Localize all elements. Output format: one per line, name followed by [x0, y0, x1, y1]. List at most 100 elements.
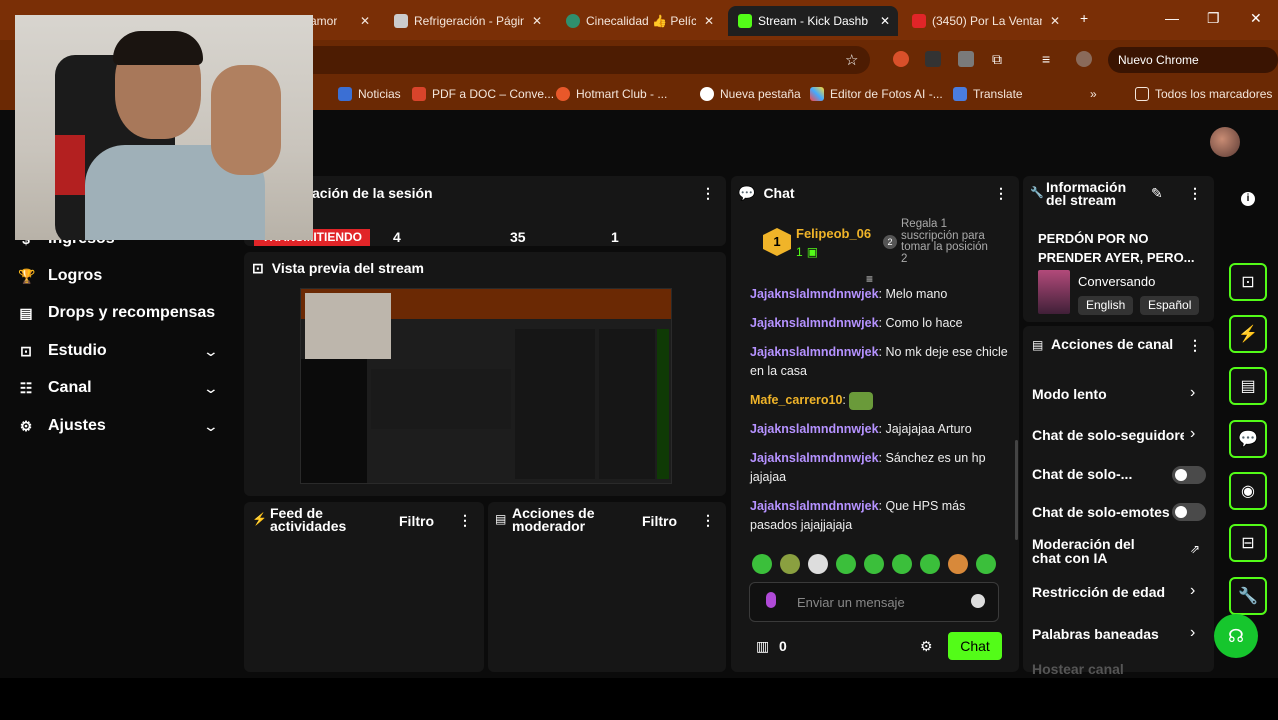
chevron-right-icon[interactable]: ›	[1190, 582, 1195, 600]
emote-icon[interactable]	[752, 554, 772, 574]
language-tag[interactable]: Español	[1140, 296, 1200, 315]
external-link-icon[interactable]: ⇗	[1190, 542, 1200, 556]
chat-message: Jajaknslalmndnnwjek: No mk deje ese chic…	[750, 345, 1008, 378]
clip-icon[interactable]: ⊡	[1229, 263, 1267, 301]
more-options-icon[interactable]: ⋮	[701, 185, 715, 202]
chat-icon[interactable]: 💬	[1229, 420, 1267, 458]
chevron-down-icon[interactable]: ⌄	[203, 418, 219, 435]
broadcast-icon[interactable]: ◉	[1229, 472, 1267, 510]
close-icon[interactable]: ✕	[532, 14, 542, 28]
bookmark-item[interactable]: Translate	[953, 87, 1023, 101]
emote-icon[interactable]	[976, 554, 996, 574]
screen-icon: ⊡	[252, 260, 264, 276]
more-options-icon[interactable]: ⋮	[1188, 185, 1202, 202]
favicon-icon	[566, 14, 580, 28]
chevron-down-icon[interactable]: ⌄	[203, 380, 219, 397]
emote-icon[interactable]	[920, 554, 940, 574]
close-window-icon[interactable]: ✕	[1250, 10, 1262, 27]
chat-title: 💬 Chat	[738, 185, 795, 201]
sidebar-item-drops[interactable]: ▤ Drops y recompensas	[18, 304, 215, 322]
sidebar-item-logros[interactable]: 🏆 Logros	[18, 267, 102, 285]
all-bookmarks[interactable]: Todos los marcadores	[1135, 87, 1272, 101]
bookmark-item[interactable]: PDF a DOC – Conve...	[412, 87, 554, 101]
language-tag[interactable]: English	[1078, 296, 1134, 315]
subs-only-toggle[interactable]	[1172, 466, 1206, 484]
age-restriction-action[interactable]: Restricción de edad	[1032, 584, 1165, 600]
chat-scrollbar[interactable]	[1015, 440, 1018, 540]
banned-words-action[interactable]: Palabras baneadas	[1032, 626, 1159, 642]
chevron-right-icon[interactable]: ›	[1190, 384, 1195, 402]
bookmark-item[interactable]: Nueva pestaña	[700, 87, 801, 101]
minimize-icon[interactable]: —	[1165, 10, 1179, 26]
edit-icon[interactable]: ✎	[1151, 185, 1163, 202]
close-icon[interactable]: ✕	[704, 14, 714, 28]
followers-only-action[interactable]: Chat de solo-seguidores	[1032, 427, 1184, 443]
maximize-icon[interactable]: ❐	[1207, 10, 1220, 27]
address-bar[interactable]	[300, 46, 870, 74]
emote-icon[interactable]	[836, 554, 856, 574]
subs-only-action[interactable]: Chat de solo-...	[1032, 466, 1132, 482]
close-icon[interactable]: ✕	[1050, 14, 1060, 28]
browser-tab[interactable]: Cinecalidad 👍 Pelíc ✕	[556, 6, 722, 36]
emote-icon[interactable]	[780, 554, 800, 574]
star-icon[interactable]: ☆	[845, 51, 861, 69]
activity-filter-button[interactable]: Filtro	[399, 513, 434, 529]
chrome-update-button[interactable]: Nuevo Chrome disponible ⋮	[1108, 47, 1278, 93]
browser-tab[interactable]: (3450) Por La Ventan ✕	[902, 6, 1068, 36]
emote-icon[interactable]	[948, 554, 968, 574]
sidebar-item-ajustes[interactable]: ⚙ Ajustes	[18, 417, 106, 435]
bookmark-item[interactable]: Editor de Fotos AI -...	[810, 87, 943, 101]
more-bookmarks-icon[interactable]: »	[1090, 87, 1097, 101]
bookmark-item[interactable]: Noticias	[338, 87, 401, 101]
chevron-right-icon[interactable]: ›	[1190, 624, 1195, 642]
emoji-icon[interactable]	[971, 594, 985, 608]
document-icon[interactable]: ▤	[1229, 367, 1267, 405]
preview-panel	[371, 369, 511, 429]
tools-icon[interactable]: 🔧	[1229, 577, 1267, 615]
chevron-right-icon[interactable]: ›	[1190, 425, 1195, 443]
puzzle-icon[interactable]: ⧉	[992, 51, 1008, 67]
more-options-icon[interactable]: ⋮	[458, 512, 472, 529]
lightning-icon[interactable]: ⚡	[1229, 315, 1267, 353]
emotes-only-action[interactable]: Chat de solo-emotes	[1032, 504, 1170, 520]
media-icon[interactable]: ≡	[1042, 51, 1058, 67]
emote-icon[interactable]	[892, 554, 912, 574]
host-channel-action[interactable]: Hostear canal	[1032, 661, 1124, 677]
extension-icon[interactable]	[925, 51, 941, 67]
chat-message: Jajaknslalmndnnwjek: Como lo hace	[750, 316, 963, 330]
emote-icon[interactable]	[864, 554, 884, 574]
bookmark-item[interactable]: Hotmart Club - ...	[556, 87, 667, 101]
send-chat-button[interactable]: Chat	[948, 632, 1002, 660]
browser-tab[interactable]: Refrigeración - Págin ✕	[384, 6, 550, 36]
stream-preview-video[interactable]	[300, 288, 672, 484]
more-options-icon[interactable]: ⋮	[994, 185, 1008, 202]
raid-icon[interactable]: ⊟	[1229, 524, 1267, 562]
sidebar-item-estudio[interactable]: ⊡ Estudio	[18, 342, 107, 360]
emote-icon[interactable]	[808, 554, 828, 574]
avatar[interactable]	[1210, 127, 1240, 157]
browser-tab-active[interactable]: Stream - Kick Dashbo ✕	[728, 6, 898, 36]
drag-handle-icon[interactable]: ≡	[866, 272, 873, 286]
extension-icon[interactable]	[958, 51, 974, 67]
new-tab-icon[interactable]: +	[1080, 10, 1088, 26]
chevron-down-icon[interactable]: ⌄	[203, 343, 219, 360]
slow-mode-action[interactable]: Modo lento	[1032, 386, 1107, 402]
sidebar-item-canal[interactable]: ☷ Canal	[18, 379, 92, 397]
streamer-hair	[113, 31, 203, 65]
extension-icon[interactable]	[893, 51, 909, 67]
category-name[interactable]: Conversando	[1078, 274, 1155, 289]
preview-chat	[515, 329, 595, 479]
profile-icon[interactable]	[1076, 51, 1092, 67]
info-icon[interactable]: i	[1241, 192, 1255, 206]
more-options-icon[interactable]: ⋮	[1188, 337, 1202, 354]
support-icon[interactable]: ☊	[1214, 614, 1258, 658]
close-icon[interactable]: ✕	[880, 14, 890, 28]
chat-settings-icon[interactable]: ⚙	[920, 638, 933, 655]
ai-moderation-action[interactable]: Moderación del chat con IA	[1032, 537, 1162, 565]
gift-user[interactable]: Felipeob_06	[796, 226, 871, 241]
emotes-only-toggle[interactable]	[1172, 503, 1206, 521]
microphone-icon[interactable]	[766, 592, 776, 608]
mod-filter-button[interactable]: Filtro	[642, 513, 677, 529]
more-options-icon[interactable]: ⋮	[701, 512, 715, 529]
close-icon[interactable]: ✕	[360, 14, 370, 28]
